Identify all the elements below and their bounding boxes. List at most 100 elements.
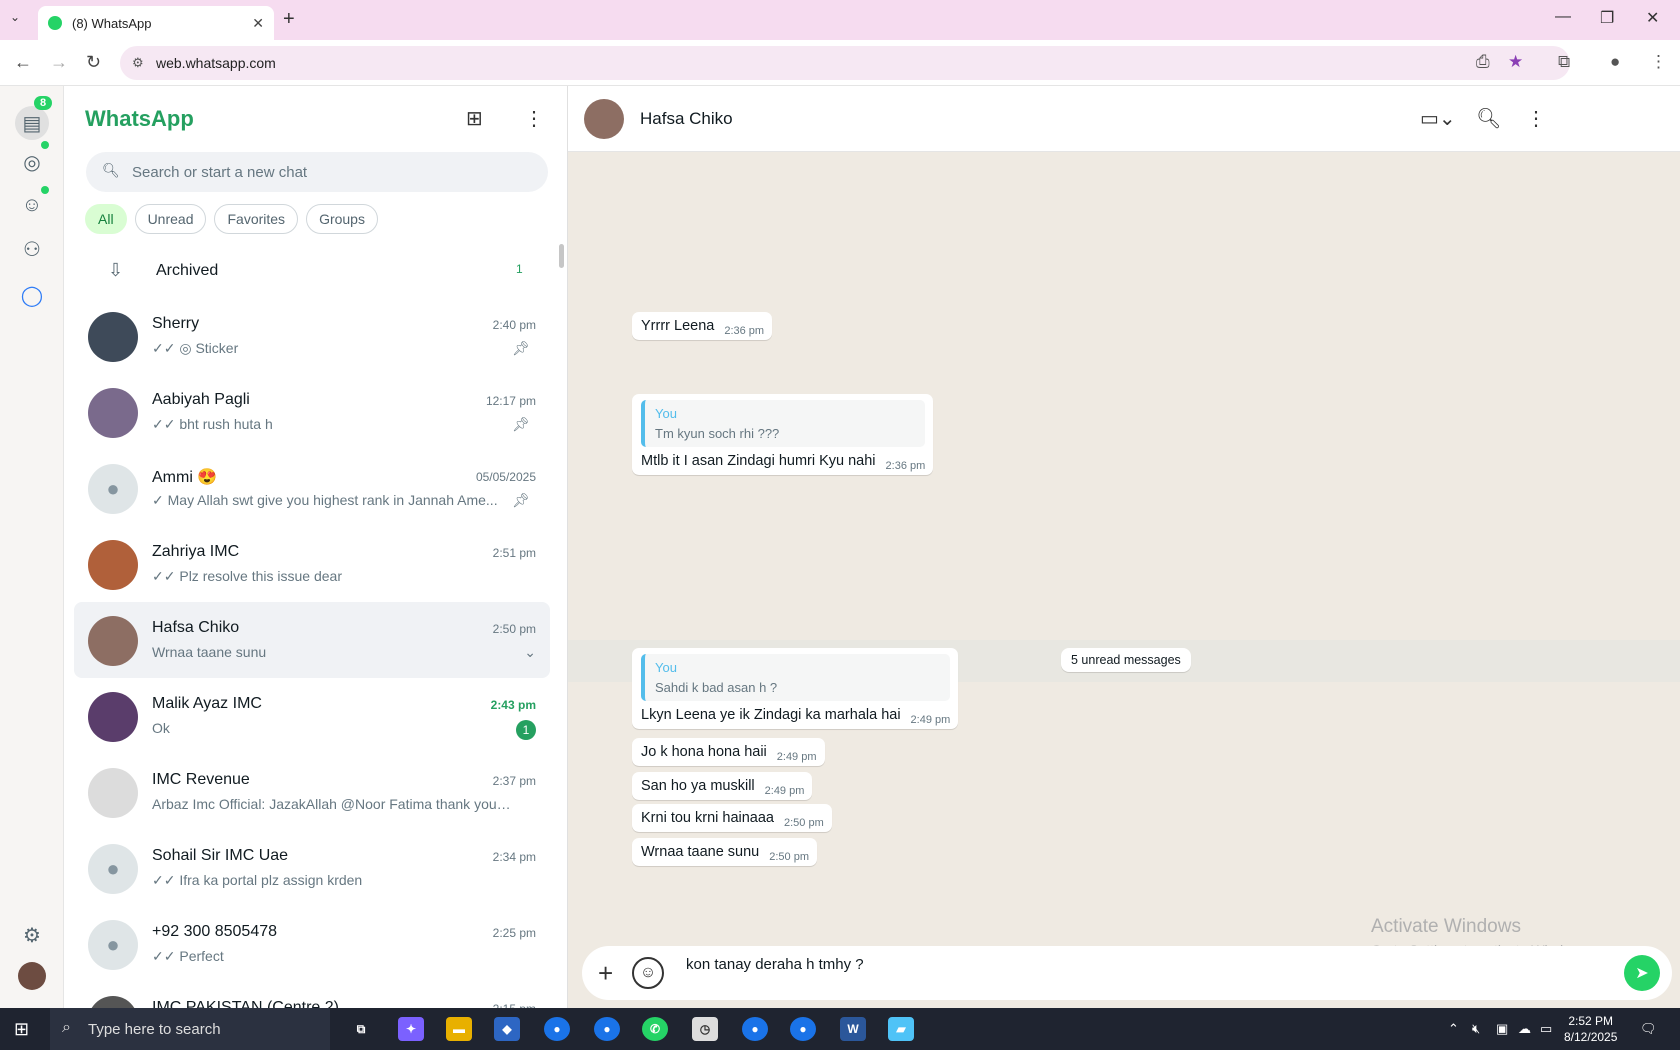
- chat-menu-icon[interactable]: ⋮: [1526, 106, 1546, 131]
- chevron-down-icon[interactable]: ⌄: [524, 644, 536, 661]
- settings-icon[interactable]: ⚙: [19, 922, 45, 948]
- taskbar-search-input[interactable]: ⌕ Type here to search: [50, 1008, 330, 1050]
- browser-menu-icon[interactable]: ⋮: [1650, 52, 1667, 72]
- search-placeholder: Search or start a new chat: [132, 163, 308, 181]
- clock-date: 8/12/2025: [1564, 1030, 1618, 1044]
- notes-app-icon[interactable]: ▰: [888, 1017, 914, 1041]
- taskbar-clock[interactable]: 2:52 PM 8/12/2025: [1564, 1013, 1617, 1045]
- chrome-icon-2[interactable]: ●: [742, 1017, 768, 1041]
- windows-start-icon[interactable]: ⊞: [14, 1019, 29, 1040]
- tab-search-icon[interactable]: ⌄: [10, 10, 20, 24]
- window-close-icon[interactable]: ✕: [1646, 8, 1659, 28]
- search-chat-icon[interactable]: 🔍︎: [1476, 106, 1501, 131]
- chat-row[interactable]: IMC PAKISTAN (Centre 2)2:15 pm: [74, 982, 550, 1008]
- chat-row[interactable]: ● +92 300 8505478 2:25 pm ✓✓ Perfect: [74, 906, 550, 982]
- restore-icon[interactable]: ❐: [1600, 8, 1614, 28]
- quoted-message[interactable]: You Tm kyun soch rhi ???: [641, 400, 926, 447]
- chat-name: Aabiyah Pagli: [152, 391, 250, 408]
- incoming-message[interactable]: Jo k hona hona haii 2:49 pm: [632, 738, 825, 766]
- chat-row[interactable]: Sherry 2:40 pm ✓✓ ◎ Sticker 📌︎: [74, 298, 550, 374]
- meta-ai-icon[interactable]: ◯: [19, 282, 45, 308]
- chip-unread[interactable]: Unread: [134, 204, 207, 234]
- profile-icon[interactable]: ●: [1610, 52, 1620, 72]
- menu-icon[interactable]: ⋮: [524, 106, 544, 131]
- chat-preview: ✓✓ Perfect: [152, 948, 224, 964]
- chip-groups[interactable]: Groups: [306, 204, 378, 234]
- chip-favorites[interactable]: Favorites: [214, 204, 299, 234]
- sticker-emoji-icon[interactable]: ☺: [632, 957, 664, 989]
- chat-row[interactable]: ● Sohail Sir IMC Uae 2:34 pm ✓✓ Ifra ka por…: [74, 830, 550, 906]
- site-info-icon[interactable]: ⚙: [132, 55, 144, 71]
- whatsapp-taskbar-icon[interactable]: ✆: [642, 1017, 668, 1041]
- file-explorer-icon[interactable]: ▬: [446, 1017, 472, 1041]
- tray-chevron-icon[interactable]: ⌃: [1448, 1021, 1459, 1037]
- message-input[interactable]: kon tanay deraha h tmhy ?: [686, 956, 864, 973]
- chats-icon[interactable]: ▤: [15, 106, 49, 140]
- incoming-message[interactable]: Krni tou krni hainaaa 2:50 pm: [632, 804, 832, 832]
- notifications-icon[interactable]: 🗨︎: [1640, 1021, 1657, 1037]
- status-dot: [41, 141, 49, 149]
- new-chat-icon[interactable]: ⊞: [466, 106, 483, 131]
- browser-tab-whatsapp[interactable]: (8) WhatsApp ✕: [38, 6, 274, 40]
- incoming-message[interactable]: San ho ya muskill 2:49 pm: [632, 772, 813, 800]
- chrome-active-icon[interactable]: ●: [594, 1017, 620, 1041]
- contact-avatar[interactable]: [584, 99, 624, 139]
- bookmark-star-icon[interactable]: ★: [1508, 52, 1523, 72]
- chat-row[interactable]: Zahriya IMC 2:51 pm ✓✓ Plz resolve this is…: [74, 526, 550, 602]
- chrome-icon[interactable]: ●: [544, 1017, 570, 1041]
- word-icon[interactable]: W: [840, 1017, 866, 1041]
- clock-app-icon[interactable]: ◷: [692, 1017, 718, 1041]
- back-icon[interactable]: ←: [14, 52, 32, 73]
- contact-name[interactable]: Hafsa Chiko: [640, 109, 733, 129]
- pin-icon: 📌︎: [512, 416, 530, 432]
- chat-name: Hafsa Chiko: [152, 619, 240, 636]
- send-icon[interactable]: ➤: [1624, 955, 1660, 991]
- archived-row[interactable]: ⇩ Archived 1: [64, 246, 567, 296]
- minimize-icon[interactable]: —: [1555, 8, 1571, 26]
- status-icon[interactable]: ◎: [19, 149, 45, 175]
- incoming-message[interactable]: You Tm kyun soch rhi ??? Mtlb it I asan Zi…: [632, 394, 934, 475]
- chat-row[interactable]: Malik Ayaz IMC 2:43 pm Ok 1: [74, 678, 550, 754]
- incoming-message[interactable]: Yrrrr Leena 2:36 pm: [632, 312, 773, 340]
- url-field[interactable]: ⚙ web.whatsapp.com: [120, 46, 1570, 80]
- communities-icon[interactable]: ⚇: [19, 236, 45, 262]
- network-icon[interactable]: ▭: [1540, 1021, 1552, 1037]
- forward-icon[interactable]: →: [50, 52, 68, 73]
- channels-icon[interactable]: ☺: [19, 192, 45, 218]
- copilot-icon[interactable]: ✦: [398, 1017, 424, 1041]
- my-avatar[interactable]: [18, 962, 46, 990]
- chat-row[interactable]: Hafsa Chiko 2:50 pm Wrnaa taane sunu ⌄: [74, 602, 550, 678]
- chat-name: Sherry: [152, 315, 200, 332]
- chrome-icon-3[interactable]: ●: [790, 1017, 816, 1041]
- search-input[interactable]: 🔍︎ Search or start a new chat: [86, 152, 548, 192]
- chat-name: Malik Ayaz IMC: [152, 695, 262, 712]
- chat-row[interactable]: IMC Revenue 2:37 pm Arbaz Imc Official: Ja…: [74, 754, 550, 830]
- chat-list-scrollbar[interactable]: [559, 244, 564, 268]
- quoted-message[interactable]: You Sahdi k bad asan h ?: [641, 654, 951, 701]
- task-view-icon[interactable]: ⧉: [348, 1017, 374, 1041]
- chat-row[interactable]: ● Ammi 😍 05/05/2025 ✓ May Allah swt give yo…: [74, 450, 550, 526]
- tab-close-icon[interactable]: ✕: [252, 15, 264, 32]
- volume-icon[interactable]: 🔇︎: [1472, 1021, 1480, 1037]
- chat-avatar: [88, 996, 138, 1008]
- conversation-panel: Hafsa Chiko ▭⌄ 🔍︎ ⋮ 5 unread messages 32…: [568, 86, 1680, 1008]
- address-bar: ← → ↻ ⚙ web.whatsapp.com ⎙ ★ ⧉ ● ⋮: [0, 40, 1680, 86]
- onedrive-icon[interactable]: ☁: [1518, 1021, 1531, 1037]
- unread-banner-text: 5 unread messages: [1061, 648, 1191, 672]
- tray-app-icon[interactable]: ▣: [1496, 1021, 1508, 1037]
- extensions-icon[interactable]: ⧉: [1558, 52, 1570, 72]
- reload-icon[interactable]: ↻: [86, 52, 101, 73]
- incoming-message[interactable]: You Sahdi k bad asan h ? Lkyn Leena ye ik …: [632, 648, 959, 729]
- video-call-icon[interactable]: ▭⌄: [1420, 106, 1456, 131]
- new-tab-button[interactable]: +: [283, 8, 295, 31]
- chat-row[interactable]: Aabiyah Pagli 12:17 pm ✓✓ bht rush huta h 📌…: [74, 374, 550, 450]
- attach-icon[interactable]: +: [598, 958, 613, 989]
- chat-time: 2:40 pm: [492, 318, 536, 332]
- chip-all[interactable]: All: [85, 204, 127, 234]
- conversation-header[interactable]: Hafsa Chiko ▭⌄ 🔍︎ ⋮: [568, 86, 1680, 152]
- install-app-icon[interactable]: ⎙: [1476, 52, 1490, 72]
- message-area[interactable]: 5 unread messages 322:26 pm✓✓Alhumdulill…: [568, 152, 1680, 938]
- app-icon-1[interactable]: ◆: [494, 1017, 520, 1041]
- incoming-message[interactable]: Wrnaa taane sunu 2:50 pm: [632, 838, 817, 866]
- quoted-text: Tm kyun soch rhi ???: [655, 426, 780, 441]
